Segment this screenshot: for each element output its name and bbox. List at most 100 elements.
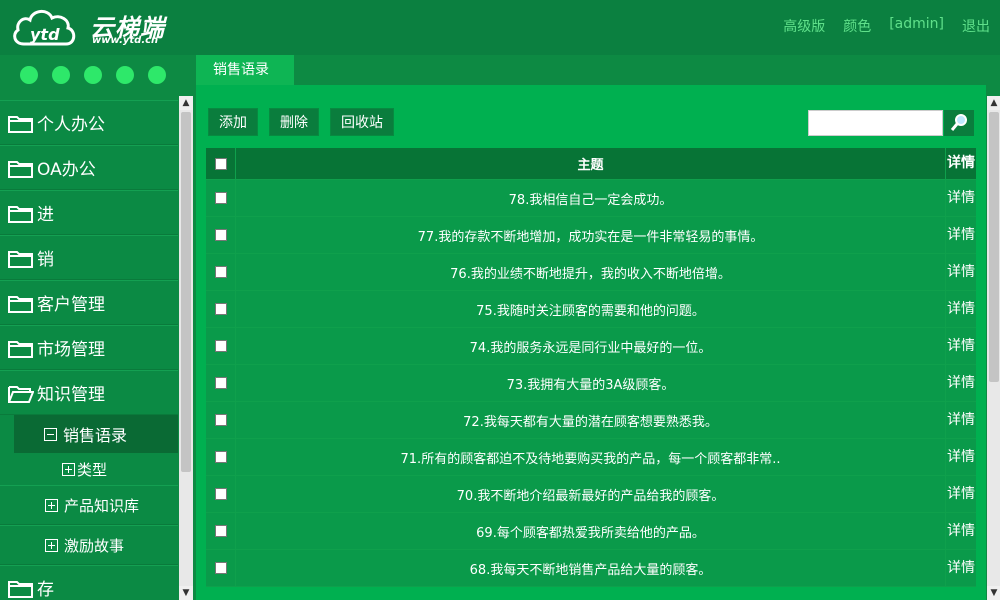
table-row[interactable]: 76.我的业绩不断地提升，我的收入不断地倍增。 详情 (206, 254, 976, 291)
scroll-up-icon[interactable]: ▲ (987, 96, 1000, 110)
table-row[interactable]: 69.每个顾客都热爱我所卖给他的产品。 详情 (206, 513, 976, 550)
svg-text:ytd: ytd (30, 25, 60, 44)
row-title[interactable]: 78.我相信自己一定会成功。 (236, 180, 946, 216)
nav-logout-link[interactable]: 退出 (962, 16, 990, 36)
table-row[interactable]: 72.我每天都有大量的潜在顾客想要熟悉我。 详情 (206, 402, 976, 439)
table-row[interactable]: 68.我每天不断地销售产品给大量的顾客。 详情 (206, 550, 976, 587)
sidebar-sub-label: 销售语录 (63, 426, 128, 445)
theme-dot[interactable] (148, 66, 166, 84)
select-all-checkbox[interactable] (214, 157, 227, 170)
row-checkbox-cell (206, 180, 236, 216)
expand-icon (62, 462, 75, 476)
sidebar-item-knowledge[interactable]: 知识管理 (0, 370, 178, 415)
nav-user-link[interactable]: [admin] (889, 16, 944, 36)
row-checkbox-cell (206, 476, 236, 512)
row-title[interactable]: 69.每个顾客都热爱我所卖给他的产品。 (236, 513, 946, 549)
row-checkbox[interactable] (214, 525, 227, 537)
table-row[interactable]: 71.所有的顾客都迫不及待地要购买我的产品，每一个顾客都非常.. 详情 (206, 439, 976, 476)
sidebar-item-oa[interactable]: OA办公 (0, 145, 178, 190)
scroll-down-icon[interactable]: ▼ (179, 586, 193, 600)
add-button[interactable]: 添加 (208, 108, 258, 136)
folder-icon (8, 578, 34, 598)
row-title[interactable]: 71.所有的顾客都迫不及待地要购买我的产品，每一个顾客都非常.. (236, 439, 946, 475)
folder-icon (8, 293, 34, 313)
theme-dots (20, 66, 166, 84)
theme-dot[interactable] (20, 66, 38, 84)
row-checkbox[interactable] (214, 562, 227, 574)
sidebar-item-stock[interactable]: 存 (0, 565, 178, 600)
row-checkbox[interactable] (214, 451, 227, 463)
folder-icon (8, 248, 34, 268)
row-title[interactable]: 73.我拥有大量的3A级顾客。 (236, 365, 946, 401)
scroll-up-icon[interactable]: ▲ (179, 96, 193, 110)
row-checkbox[interactable] (214, 377, 227, 389)
row-detail-link[interactable]: 详情 (946, 476, 976, 512)
row-checkbox[interactable] (214, 488, 227, 500)
table-row[interactable]: 78.我相信自己一定会成功。 详情 (206, 180, 976, 217)
row-detail-link[interactable]: 详情 (946, 291, 976, 327)
row-title[interactable]: 70.我不断地介绍最新最好的产品给我的顾客。 (236, 476, 946, 512)
row-title[interactable]: 72.我每天都有大量的潜在顾客想要熟悉我。 (236, 402, 946, 438)
main-scrollbar[interactable]: ▲ ▼ (987, 96, 1000, 600)
row-checkbox[interactable] (214, 266, 227, 278)
sidebar-item-purchase[interactable]: 进 (0, 190, 178, 235)
row-detail-link[interactable]: 详情 (946, 328, 976, 364)
sidebar-scrollbar[interactable]: ▲ ▼ (179, 96, 193, 600)
table-row[interactable]: 75.我随时关注顾客的需要和他的问题。 详情 (206, 291, 976, 328)
row-detail-link[interactable]: 详情 (946, 402, 976, 438)
row-title[interactable]: 74.我的服务永远是同行业中最好的一位。 (236, 328, 946, 364)
scrollbar-thumb[interactable] (989, 112, 999, 382)
sidebar-child-label: 类型 (77, 460, 108, 479)
row-detail-link[interactable]: 详情 (946, 254, 976, 290)
sidebar-item-label: 客户管理 (37, 295, 105, 315)
scrollbar-thumb[interactable] (181, 112, 191, 472)
row-checkbox-cell (206, 328, 236, 364)
row-detail-link[interactable]: 详情 (946, 217, 976, 253)
sidebar-item-customer[interactable]: 客户管理 (0, 280, 178, 325)
top-header: ytd 云梯端 www.ytd.cn 高级版 颜色 [admin] 退出 (0, 0, 1000, 55)
row-checkbox[interactable] (214, 229, 227, 241)
sidebar-item-sales[interactable]: 销 (0, 235, 178, 280)
tab-sales-quotes[interactable]: 销售语录 (196, 55, 294, 85)
row-checkbox-cell (206, 291, 236, 327)
header-detail: 详情 (947, 155, 975, 171)
row-title[interactable]: 75.我随时关注顾客的需要和他的问题。 (236, 291, 946, 327)
row-title[interactable]: 68.我每天不断地销售产品给大量的顾客。 (236, 550, 946, 586)
row-checkbox[interactable] (214, 414, 227, 426)
row-detail-link[interactable]: 详情 (946, 365, 976, 401)
sidebar: 个人办公 OA办公 进 销 客户管理 市场管理 知识管理 销售语录 类型 产品知… (0, 100, 178, 600)
nav-advanced-link[interactable]: 高级版 (783, 16, 825, 36)
sidebar-item-market[interactable]: 市场管理 (0, 325, 178, 370)
row-detail-link[interactable]: 详情 (946, 513, 976, 549)
sidebar-sub-sales-quotes[interactable]: 销售语录 (14, 415, 178, 453)
delete-button[interactable]: 删除 (269, 108, 319, 136)
row-checkbox[interactable] (214, 303, 227, 315)
theme-dot[interactable] (116, 66, 134, 84)
table-row[interactable]: 74.我的服务永远是同行业中最好的一位。 详情 (206, 328, 976, 365)
row-detail-link[interactable]: 详情 (946, 439, 976, 475)
row-detail-link[interactable]: 详情 (946, 180, 976, 216)
table-row[interactable]: 77.我的存款不断地增加，成功实在是一件非常轻易的事情。 详情 (206, 217, 976, 254)
search-button[interactable] (944, 110, 974, 136)
theme-dot[interactable] (84, 66, 102, 84)
sidebar-child-type[interactable]: 类型 (0, 453, 178, 485)
sidebar-item-personal[interactable]: 个人办公 (0, 100, 178, 145)
row-checkbox[interactable] (214, 192, 227, 204)
row-title[interactable]: 76.我的业绩不断地提升，我的收入不断地倍增。 (236, 254, 946, 290)
scroll-down-icon[interactable]: ▼ (987, 586, 1000, 600)
table-row[interactable]: 73.我拥有大量的3A级顾客。 详情 (206, 365, 976, 402)
search-input[interactable] (808, 110, 943, 136)
table-row[interactable]: 70.我不断地介绍最新最好的产品给我的顾客。 详情 (206, 476, 976, 513)
folder-icon (8, 158, 34, 178)
row-detail-link[interactable]: 详情 (946, 550, 976, 586)
theme-dot[interactable] (52, 66, 70, 84)
row-checkbox[interactable] (214, 340, 227, 352)
quotes-table: 主题 详情 78.我相信自己一定会成功。 详情 77.我的存款不断地增加，成功实在是… (206, 148, 976, 587)
sidebar-sub-stories[interactable]: 激励故事 (0, 525, 178, 565)
sidebar-sub-product-kb[interactable]: 产品知识库 (0, 485, 178, 525)
recycle-bin-button[interactable]: 回收站 (330, 108, 394, 136)
row-title[interactable]: 77.我的存款不断地增加，成功实在是一件非常轻易的事情。 (236, 217, 946, 253)
nav-color-link[interactable]: 颜色 (843, 16, 871, 36)
expand-icon (45, 538, 58, 552)
logo: ytd 云梯端 www.ytd.cn (10, 4, 170, 50)
